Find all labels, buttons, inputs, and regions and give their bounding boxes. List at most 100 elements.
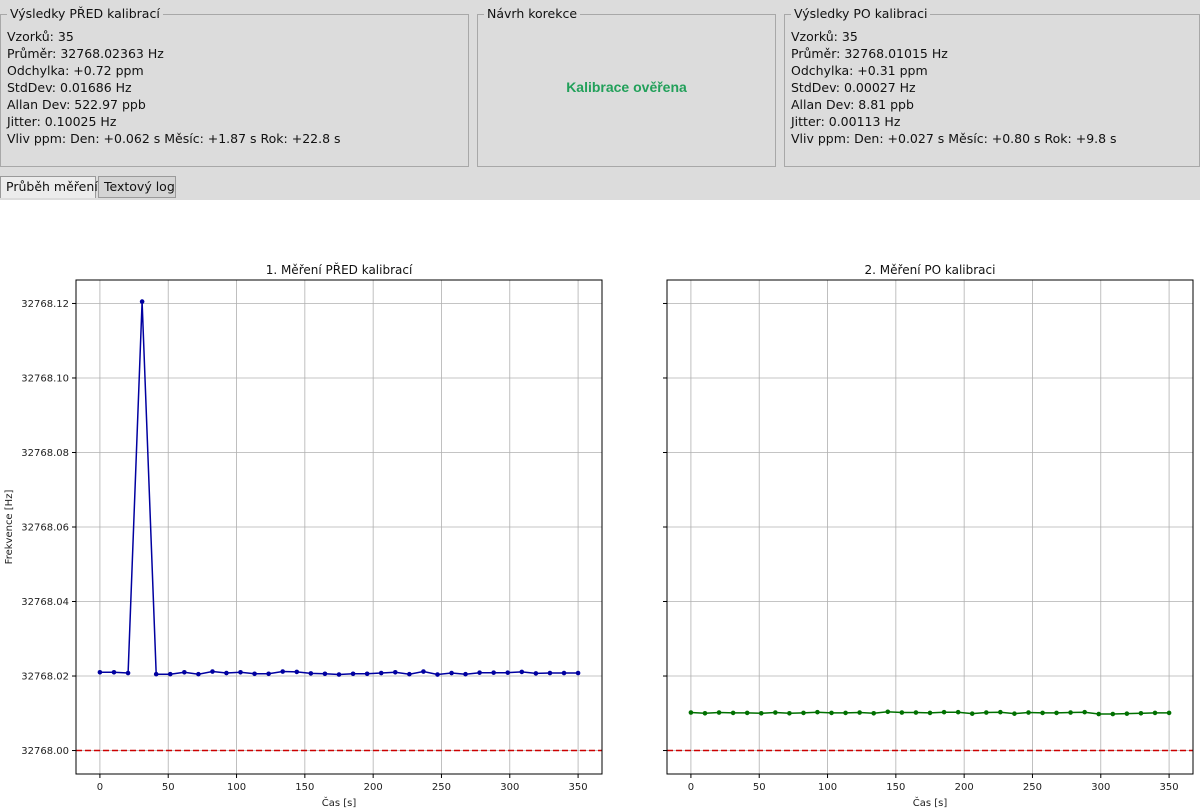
correction-title: Návrh korekce xyxy=(484,6,581,22)
chart1-data-point xyxy=(491,670,496,675)
chart1-data-point xyxy=(308,671,314,676)
chart1-data-point xyxy=(266,671,271,677)
chart1-data-point xyxy=(477,670,482,675)
chart2-data-point xyxy=(969,711,975,716)
chart1-xtick-label: 100 xyxy=(227,782,246,793)
chart2-data-point xyxy=(998,709,1003,715)
chart2-data-point xyxy=(801,710,806,716)
chart2-data-point xyxy=(730,710,736,716)
after-jitter: Jitter: 0.00113 Hz xyxy=(791,114,901,129)
after-allan-dev: Allan Dev: 8.81 ppb xyxy=(791,97,914,112)
chart1-data-point xyxy=(322,671,328,677)
chart1-ytick-label: 32768.04 xyxy=(21,597,69,608)
chart2-data-point xyxy=(829,710,834,716)
chart2-data-point xyxy=(927,710,933,716)
chart1-xtick-label: 350 xyxy=(569,782,588,793)
chart1-xtick-label: 250 xyxy=(432,782,451,793)
chart1-ytick-label: 32768.12 xyxy=(21,299,69,310)
chart1-data-point xyxy=(167,671,173,677)
chart2-data-point xyxy=(899,710,905,715)
chart2-data-point xyxy=(1026,710,1031,715)
chart1-data-point xyxy=(575,670,581,676)
chart1-data-point xyxy=(97,669,103,675)
chart2-data-point xyxy=(955,709,961,715)
chart2-data-point xyxy=(1096,711,1102,717)
chart2-data-point xyxy=(744,710,750,716)
chart2-data-point xyxy=(857,710,862,715)
chart2-data-point xyxy=(1012,711,1017,716)
correction-group: Návrh korekce Kalibrace ověřena xyxy=(477,6,776,167)
chart1-data-point xyxy=(238,669,243,675)
results-after-list: Vzorků: 35 Průměr: 32768.01015 Hz Odchyl… xyxy=(791,28,1117,147)
results-before-list: Vzorků: 35 Průměr: 32768.02363 Hz Odchyl… xyxy=(7,28,341,147)
chart2-data-point xyxy=(885,709,891,715)
chart1-data-point xyxy=(153,671,159,677)
before-deviation: Odchylka: +0.72 ppm xyxy=(7,63,144,78)
chart1-data-point xyxy=(378,670,384,676)
results-before-title: Výsledky PŘED kalibrací xyxy=(7,6,163,22)
chart1-data-point xyxy=(449,670,454,676)
results-after-group: Výsledky PO kalibraci Vzorků: 35 Průměr:… xyxy=(784,6,1200,167)
chart1-ytick-label: 32768.06 xyxy=(21,523,69,534)
chart1-data-point xyxy=(533,671,539,676)
after-deviation: Odchylka: +0.31 ppm xyxy=(791,63,928,78)
chart1-data-point xyxy=(139,299,145,304)
chart2-data-point xyxy=(716,710,722,715)
chart2-data-point xyxy=(1138,710,1144,716)
chart2-xtick-label: 350 xyxy=(1160,782,1179,793)
chart2-data-point xyxy=(913,710,919,715)
after-mean: Průměr: 32768.01015 Hz xyxy=(791,46,948,61)
chart1-data-point xyxy=(182,669,187,675)
chart1-xtick-label: 300 xyxy=(500,782,519,793)
chart2-data-point xyxy=(815,709,820,715)
before-allan-dev: Allan Dev: 522.97 ppb xyxy=(7,97,146,112)
chart2-data-point xyxy=(843,710,848,716)
results-panel: Výsledky PŘED kalibrací Vzorků: 35 Průmě… xyxy=(0,0,1200,200)
chart1-data-point xyxy=(350,671,356,677)
chart1-data-point xyxy=(224,670,229,676)
chart2-data-point xyxy=(688,710,694,715)
chart1-series-line xyxy=(99,301,579,676)
chart2-data-point xyxy=(1068,710,1073,715)
after-stddev: StdDev: 0.00027 Hz xyxy=(791,80,916,95)
after-ppm-impact: Vliv ppm: Den: +0.027 s Měsíc: +0.80 s R… xyxy=(791,131,1117,146)
before-mean: Průměr: 32768.02363 Hz xyxy=(7,46,164,61)
chart1-data-point xyxy=(280,669,286,674)
chart1-data-point xyxy=(210,669,215,674)
chart1-xlabel: Čas [s] xyxy=(322,796,357,809)
chart2-xtick-label: 250 xyxy=(1023,782,1042,793)
chart1-data-point xyxy=(463,671,468,677)
chart1-data-point xyxy=(294,669,300,675)
before-stddev: StdDev: 0.01686 Hz xyxy=(7,80,132,95)
tab-measurement-progress[interactable]: Průběh měření xyxy=(0,176,98,198)
chart1-data-point xyxy=(364,671,370,677)
before-ppm-impact: Vliv ppm: Den: +0.062 s Měsíc: +1.87 s R… xyxy=(7,131,341,146)
chart2-xtick-label: 300 xyxy=(1091,782,1110,793)
chart2-data-point xyxy=(1110,711,1116,717)
chart2-data-point xyxy=(871,710,877,716)
chart1-ylabel: Frekvence [Hz] xyxy=(4,490,15,565)
chart2-data-point xyxy=(1082,709,1087,715)
chart1-data-point xyxy=(252,671,257,677)
chart1-data-point xyxy=(392,669,398,675)
chart1-data-point xyxy=(196,671,201,677)
chart2-xtick-label: 50 xyxy=(753,782,766,793)
chart2-data-point xyxy=(787,710,792,716)
chart2-title: 2. Měření PO kalibraci xyxy=(865,263,996,277)
chart2-data-point xyxy=(1124,711,1130,716)
chart2-xlabel: Čas [s] xyxy=(913,796,948,809)
tab-text-log[interactable]: Textový log xyxy=(98,176,176,198)
chart2-group: 0 50 100 150 200 250 300 350 2. Měření PO kalibr… xyxy=(663,263,1194,809)
chart2-data-point xyxy=(983,710,989,715)
chart1-data-point xyxy=(421,669,426,674)
chart1-group: 0 50 100 150 200 250 300 350 32768.00 32768.02 327… xyxy=(4,262,603,809)
chart1-data-point xyxy=(561,670,567,676)
results-after-title: Výsledky PO kalibraci xyxy=(791,6,931,22)
chart1-xtick-label: 200 xyxy=(364,782,383,793)
chart1-ytick-label: 32768.10 xyxy=(21,373,69,384)
chart1-data-point xyxy=(336,672,342,677)
chart1-xtick-label: 50 xyxy=(162,782,175,793)
chart1-data-point xyxy=(111,669,117,675)
chart1-ytick-label: 32768.00 xyxy=(21,746,69,757)
chart2-data-point xyxy=(773,710,778,715)
